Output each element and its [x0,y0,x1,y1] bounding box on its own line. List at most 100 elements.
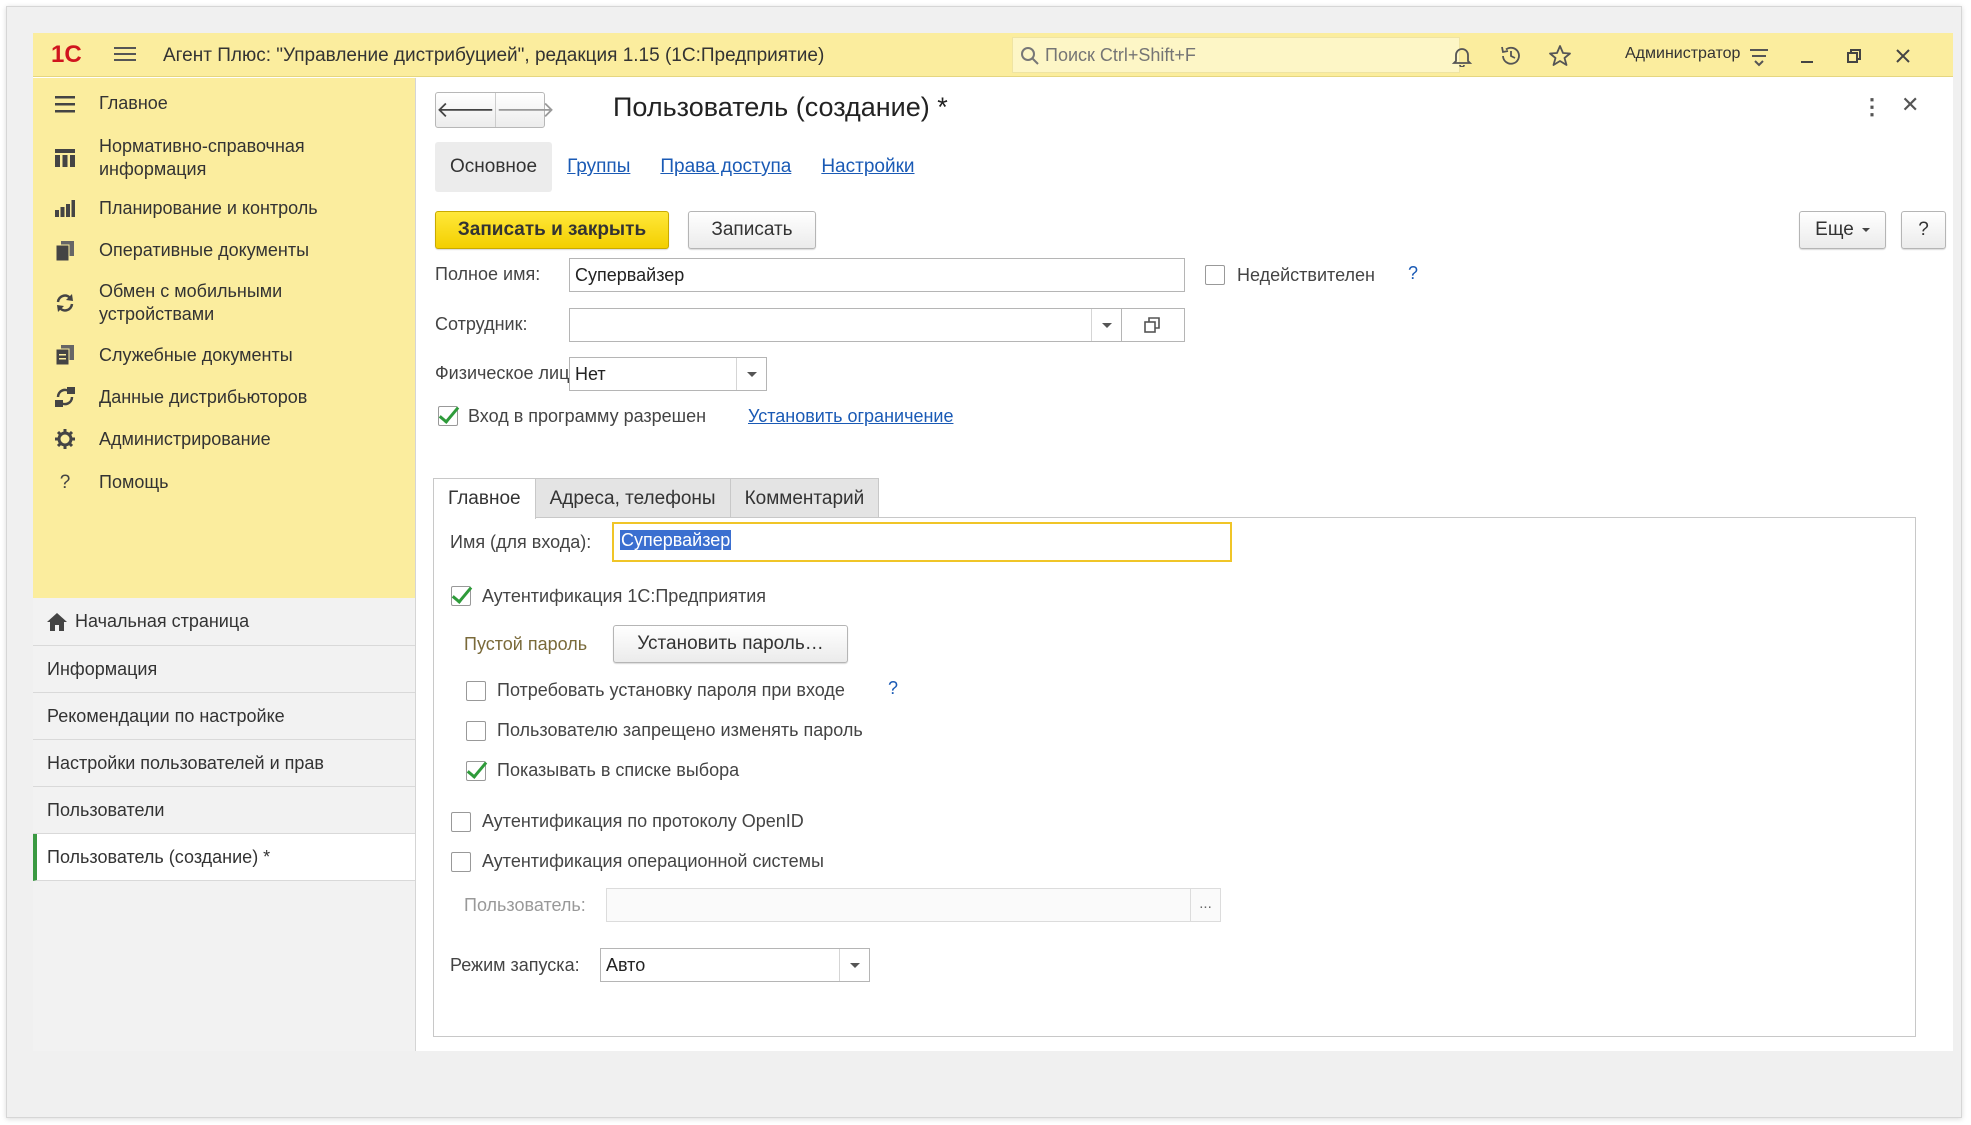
section-service-docs[interactable]: Служебные документы [33,334,415,376]
section-distributors[interactable]: Данные дистрибьюторов [33,376,415,418]
full-name-field[interactable]: Супервайзер [569,258,1185,292]
employee-open-button[interactable] [1121,308,1185,342]
login-name-label: Имя (для входа): [450,532,592,552]
open-item-label: Настройки пользователей и прав [47,752,324,773]
invalid-label: Недействителен [1237,265,1375,285]
user-name[interactable]: Администратор [1625,45,1740,63]
minimize-icon[interactable] [1794,43,1820,69]
login-name-field[interactable]: Супервайзер [612,522,1232,562]
tab-groups[interactable]: Группы [552,142,645,192]
section-help[interactable]: ? Помощь [33,460,415,504]
more-button[interactable]: Еще [1799,211,1886,249]
section-main[interactable]: Главное [33,78,415,129]
title-bar: 1С Агент Плюс: "Управление дистрибуцией"… [33,33,1953,77]
help-question-icon[interactable]: ? [888,678,898,699]
star-icon[interactable] [1547,43,1573,69]
open-item-label: Пользователи [47,799,165,820]
close-icon[interactable] [1890,43,1916,69]
show-in-list-checkbox[interactable] [466,761,486,781]
section-reference[interactable]: Нормативно-справочная информация [33,129,415,186]
chevron-down-icon[interactable] [839,949,869,981]
settings-icon[interactable] [1746,43,1772,69]
distributor-icon [53,385,77,409]
tab-main[interactable]: Основное [435,142,553,192]
openid-checkbox[interactable] [451,812,471,832]
os-user-field[interactable]: ... [606,888,1221,922]
set-restriction-link[interactable]: Установить ограничение [748,406,953,427]
empty-password-label: Пустой пароль [464,634,588,654]
save-and-close-button[interactable]: Записать и закрыть [435,211,669,249]
inner-tab-addresses[interactable]: Адреса, телефоны [534,478,731,518]
person-label: Физическое лицо: [435,363,585,383]
full-name-label: Полное имя: [435,264,541,284]
open-item-recommendations[interactable]: Рекомендации по настройке [33,693,415,740]
home-icon [47,612,67,631]
show-in-list-label: Показывать в списке выбора [497,760,740,780]
app-logo: 1С [51,41,82,68]
tab-settings[interactable]: Настройки [806,142,929,192]
bell-icon[interactable] [1449,43,1475,69]
open-item-user-settings[interactable]: Настройки пользователей и прав [33,740,415,787]
help-button[interactable]: ? [1901,211,1946,249]
section-label: Помощь [99,471,169,492]
open-item-users[interactable]: Пользователи [33,787,415,834]
section-planning[interactable]: Планирование и контроль [33,186,415,230]
save-button[interactable]: Записать [688,211,816,249]
open-item-home[interactable]: Начальная страница [33,598,415,646]
os-user-select-button[interactable]: ... [1190,889,1220,921]
auth-1c-checkbox[interactable] [451,586,471,606]
invalid-checkbox[interactable] [1205,265,1225,285]
login-allowed-checkbox[interactable] [438,406,458,426]
require-password-checkbox[interactable] [466,681,486,701]
help-question-icon[interactable]: ? [1408,263,1418,284]
history-icon[interactable] [1498,43,1524,69]
section-label: Служебные документы [99,344,293,365]
open-windows-list: Начальная страница Информация Рекомендац… [33,598,415,881]
os-auth-label: Аутентификация операционной системы [482,851,824,871]
inner-tab-main[interactable]: Главное [433,478,536,519]
require-password-label: Потребовать установку пароля при входе [497,680,845,700]
open-item-label: Рекомендации по настройке [47,705,285,726]
os-auth-checkbox[interactable] [451,852,471,872]
forward-arrow-icon[interactable]: 🡒 [496,93,555,127]
section-label: Планирование и контроль [99,197,318,218]
login-allowed-label: Вход в программу разрешен [468,406,707,426]
tab-access-rights[interactable]: Права доступа [645,142,806,192]
open-icon [1144,317,1160,333]
app-window: 1С Агент Плюс: "Управление дистрибуцией"… [33,33,1953,1051]
person-field[interactable]: Нет [569,357,767,391]
employee-field[interactable] [569,308,1122,342]
inner-tab-comment[interactable]: Комментарий [729,478,880,518]
form-close-icon[interactable]: ✕ [1901,92,1919,118]
login-name-value: Супервайзер [620,530,732,550]
service-documents-icon [53,343,77,367]
menu-icon[interactable] [114,43,136,67]
launch-mode-field[interactable]: Авто [600,948,870,982]
sections-panel: Главное Нормативно-справочная информация… [33,78,415,598]
set-password-button[interactable]: Установить пароль… [613,625,848,663]
forbid-change-label: Пользователю запрещено изменять пароль [497,720,863,740]
restore-icon[interactable] [1841,43,1867,69]
search-box[interactable] [1012,37,1460,73]
forbid-change-checkbox[interactable] [466,721,486,741]
chevron-down-icon [1861,228,1870,232]
more-actions-icon[interactable]: ⋮ [1861,94,1883,120]
section-operational[interactable]: Оперативные документы [33,230,415,271]
chevron-down-icon[interactable] [736,358,766,390]
employee-label: Сотрудник: [435,314,528,334]
inner-tabs: Главное Адреса, телефоны Комментарий [433,478,880,519]
open-item-info[interactable]: Информация [33,646,415,693]
section-mobile-exchange[interactable]: Обмен с мобильными устройствами [33,271,415,334]
launch-mode-label: Режим запуска: [450,955,580,975]
section-label: Администрирование [99,428,271,449]
search-input[interactable] [1045,43,1445,67]
chart-icon [53,196,77,220]
sidebar: Главное Нормативно-справочная информация… [33,78,416,1051]
section-label: Оперативные документы [99,240,310,260]
form-title: Пользователь (создание) * [613,92,948,122]
back-arrow-icon[interactable]: 🡐 [436,93,496,127]
openid-label: Аутентификация по протоколу OpenID [482,811,804,831]
open-item-user-create[interactable]: Пользователь (создание) * [33,834,415,881]
section-administration[interactable]: Администрирование [33,418,415,460]
chevron-down-icon[interactable] [1091,309,1121,341]
